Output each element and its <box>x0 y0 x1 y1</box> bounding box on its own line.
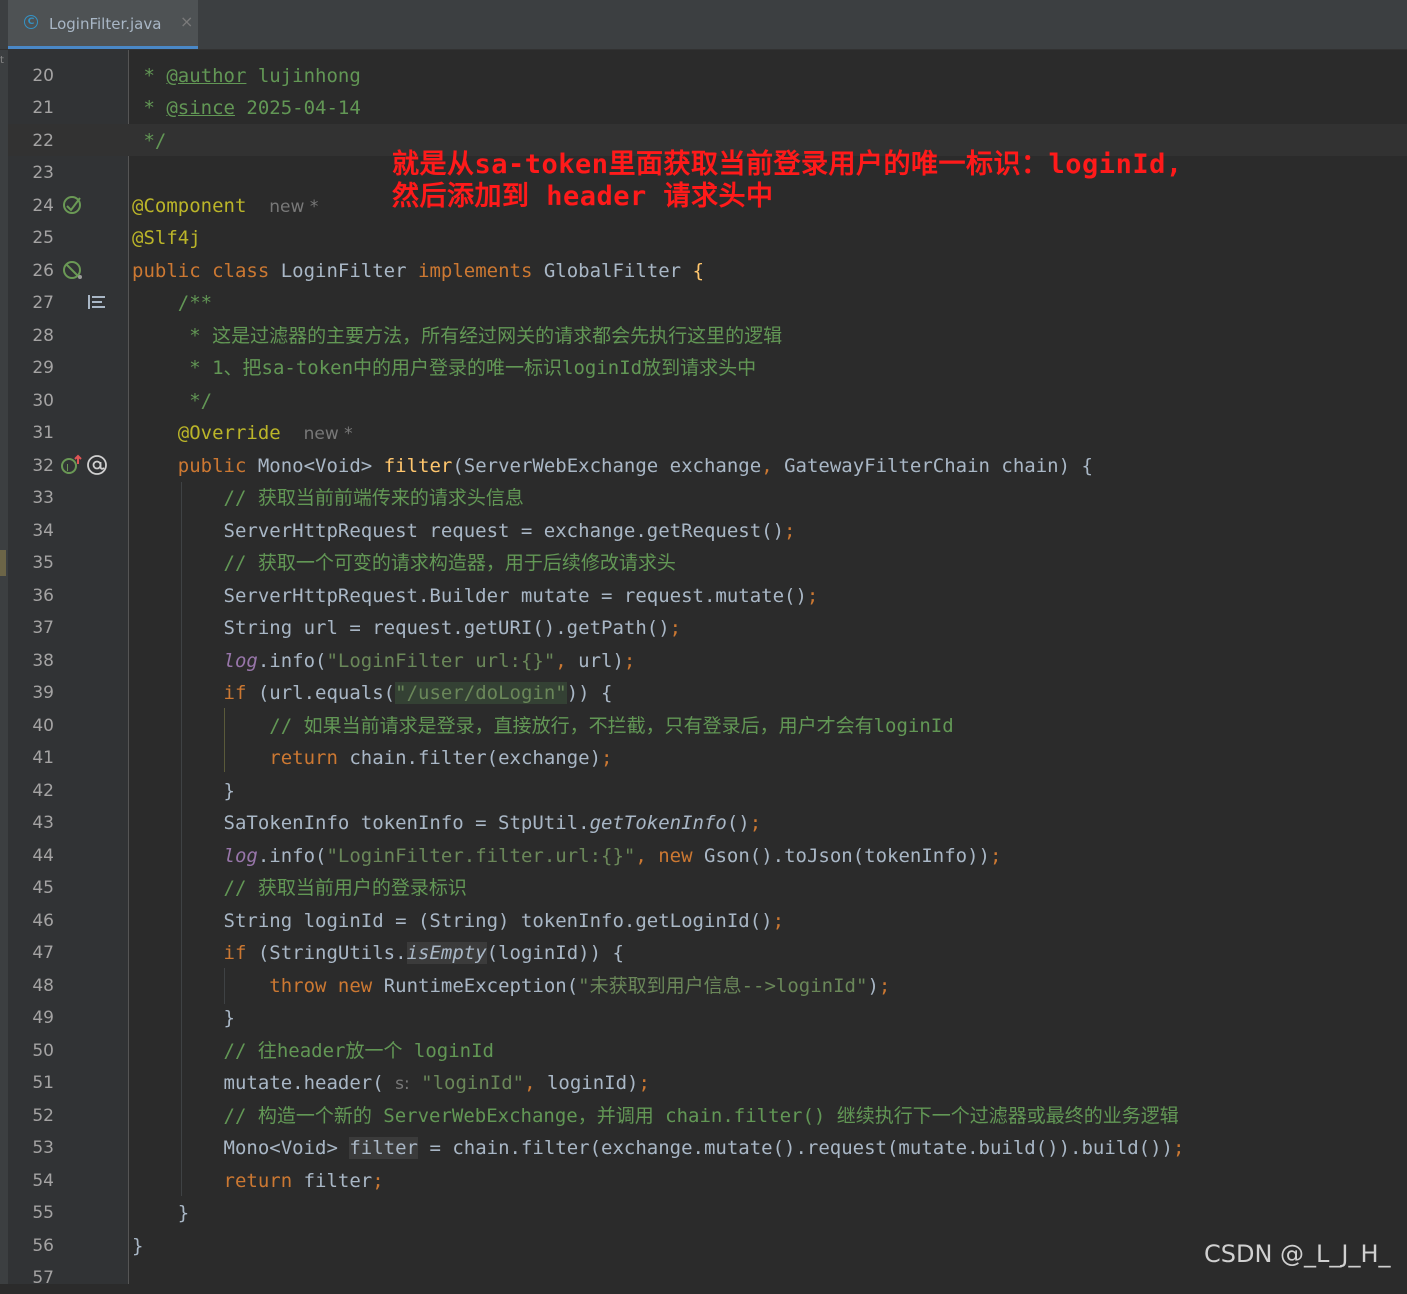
line-number: 33 <box>32 488 54 508</box>
line-number: 21 <box>32 98 54 118</box>
code-line-52: // 构造一个新的 ServerWebExchange，并调用 chain.fi… <box>223 1105 1179 1127</box>
line-number: 34 <box>32 521 54 541</box>
code-line-34: ServerHttpRequest request = exchange.get… <box>223 520 796 542</box>
svg-text:I: I <box>66 463 69 474</box>
code-line-33: // 获取当前前端传来的请求头信息 <box>223 487 524 509</box>
code-line-47: if (StringUtils.isEmpty(loginId)) { <box>223 942 624 964</box>
code-line-56: } <box>132 1235 144 1257</box>
line-number: 22 <box>32 131 54 151</box>
line-number: 36 <box>32 586 54 606</box>
code-line-44: log.info("LoginFilter.filter.url:{}", ne… <box>223 845 1002 867</box>
line-number: 54 <box>32 1171 54 1191</box>
code-line-24: @Component new * <box>132 195 319 217</box>
code-line-30: */ <box>189 390 213 412</box>
code-line-55: } <box>177 1202 190 1224</box>
line-number: 23 <box>32 163 54 183</box>
line-number: 28 <box>32 326 54 346</box>
code-line-38: log.info("LoginFilter url:{}", url); <box>223 650 636 672</box>
code-line-51: mutate.header( s: "loginId", loginId); <box>223 1072 650 1094</box>
line-number: 30 <box>32 391 54 411</box>
line-number: 46 <box>32 911 54 931</box>
code-line-54: return filter; <box>223 1170 384 1192</box>
code-line-42: } <box>223 780 235 802</box>
line-number: 24 <box>32 196 54 216</box>
line-number: 57 <box>32 1268 54 1288</box>
code-line-43: SaTokenInfo tokenInfo = StpUtil.getToken… <box>223 812 762 834</box>
code-line-26: public class LoginFilter implements Glob… <box>132 260 705 282</box>
code-line-41: return chain.filter(exchange); <box>269 747 613 769</box>
line-number: 50 <box>32 1041 54 1061</box>
change-marker <box>0 550 6 576</box>
line-number: 42 <box>32 781 54 801</box>
at-sign-icon[interactable] <box>86 454 108 476</box>
line-number: 27 <box>32 293 54 313</box>
code-line-45: // 获取当前用户的登录标识 <box>223 877 467 899</box>
annotation-note: 就是从sa-token里面获取当前登录用户的唯一标识：loginId, 然后添加到… <box>392 149 1183 213</box>
code-line-39: if (url.equals("/user/doLogin")) { <box>223 682 613 704</box>
line-number: 31 <box>32 423 54 443</box>
line-number: 49 <box>32 1008 54 1028</box>
code-line-32: public Mono<Void> filter(ServerWebExchan… <box>177 455 1093 477</box>
code-line-20: * @author lujinhong <box>143 65 361 87</box>
side-strip-label: t <box>0 55 4 66</box>
line-number: 38 <box>32 651 54 671</box>
line-number: 41 <box>32 748 54 768</box>
gutter-divider <box>128 50 129 1284</box>
line-number: 39 <box>32 683 54 703</box>
line-number: 52 <box>32 1106 54 1126</box>
code-line-29: * 1、把sa-token中的用户登录的唯一标识loginId放到请求头中 <box>189 357 757 379</box>
editor-tab-bar: C LoginFilter.java × <box>0 0 1407 50</box>
implements-method-icon[interactable]: I <box>60 454 84 476</box>
tab-loginfilter-java[interactable]: C LoginFilter.java × <box>8 0 198 49</box>
line-number: 43 <box>32 813 54 833</box>
code-line-37: String url = request.getURI().getPath(); <box>223 617 682 639</box>
annotation-line-1: 就是从sa-token里面获取当前登录用户的唯一标识：loginId, <box>392 149 1183 180</box>
line-number: 20 <box>32 66 54 86</box>
spring-bean-icon[interactable] <box>61 259 85 283</box>
line-number: 48 <box>32 976 54 996</box>
watermark: CSDN @_L_J_H_ <box>1204 1240 1391 1268</box>
line-number: 37 <box>32 618 54 638</box>
line-number: 47 <box>32 943 54 963</box>
spring-bean-icon[interactable] <box>61 194 83 216</box>
code-line-25: @Slf4j <box>132 227 201 249</box>
code-line-35: // 获取一个可变的请求构造器，用于后续修改请求头 <box>223 552 676 574</box>
java-class-icon: C <box>24 15 38 29</box>
code-line-48: throw new RuntimeException("未获取到用户信息-->l… <box>269 975 891 997</box>
code-line-21: * @since 2025-04-14 <box>143 97 361 119</box>
tab-label: LoginFilter.java <box>49 15 162 33</box>
line-number: 51 <box>32 1073 54 1093</box>
code-line-22: */ <box>143 130 167 152</box>
line-number: 45 <box>32 878 54 898</box>
code-line-31: @Override new * <box>177 422 353 444</box>
line-number: 25 <box>32 228 54 248</box>
line-number: 44 <box>32 846 54 866</box>
line-number: 56 <box>32 1236 54 1256</box>
code-line-50: // 往header放一个 loginId <box>223 1040 494 1062</box>
line-number: 53 <box>32 1138 54 1158</box>
line-number: 40 <box>32 716 54 736</box>
code-line-28: * 这是过滤器的主要方法，所有经过网关的请求都会先执行这里的逻辑 <box>189 325 783 347</box>
side-strip <box>0 50 8 1284</box>
code-line-36: ServerHttpRequest.Builder mutate = reque… <box>223 585 819 607</box>
line-number: 29 <box>32 358 54 378</box>
line-number: 35 <box>32 553 54 573</box>
code-line-46: String loginId = (String) tokenInfo.getL… <box>223 910 785 932</box>
code-line-27: /** <box>177 292 213 314</box>
code-line-53: Mono<Void> filter = chain.filter(exchang… <box>223 1137 1185 1159</box>
line-number: 55 <box>32 1203 54 1223</box>
javadoc-render-icon[interactable] <box>87 293 107 311</box>
code-line-49: } <box>223 1007 235 1029</box>
close-icon[interactable]: × <box>180 12 193 31</box>
line-number: 26 <box>32 261 54 281</box>
annotation-line-2: 然后添加到 header 请求头中 <box>392 181 774 212</box>
code-line-40: // 如果当前请求是登录，直接放行，不拦截，只有登录后，用户才会有loginId <box>269 715 954 737</box>
line-number: 32 <box>32 456 54 476</box>
